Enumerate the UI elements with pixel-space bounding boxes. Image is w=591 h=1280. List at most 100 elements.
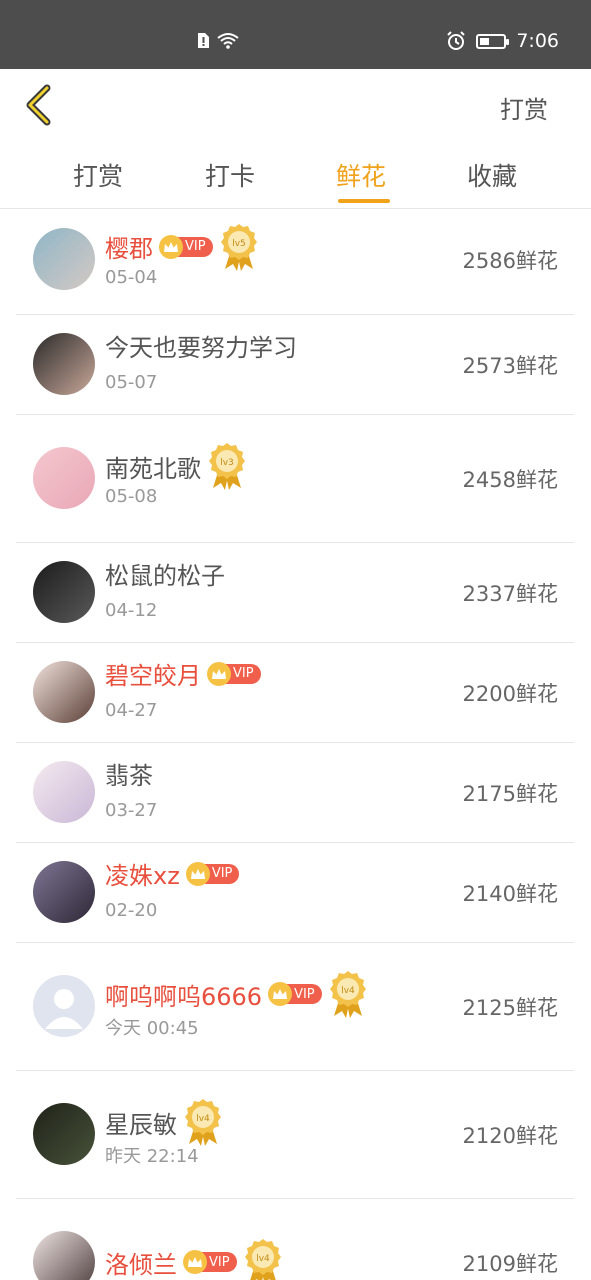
level-medal-icon: lv4 [244, 1238, 281, 1280]
avatar[interactable] [33, 333, 95, 395]
tab-reward[interactable]: 打赏 [53, 157, 143, 193]
vip-badge: VIP [159, 234, 213, 259]
level-medal-icon: lv5 [220, 223, 257, 271]
name-line: 碧空皎月 VIP [105, 656, 261, 691]
crown-icon [268, 982, 293, 1006]
default-avatar-icon [45, 989, 83, 1029]
list-item[interactable]: 洛倾兰 VIP lv4 2109鲜花 [16, 1198, 574, 1280]
wifi-icon [217, 33, 239, 49]
back-arrow-icon[interactable] [22, 83, 56, 127]
name-line: 松鼠的松子 [105, 556, 225, 591]
list-item[interactable]: 松鼠的松子 04-12 2337鲜花 [16, 542, 574, 643]
user-name[interactable]: 凌姝xz [105, 856, 180, 891]
tab-label: 打赏 [72, 162, 123, 191]
level-text: lv3 [220, 458, 234, 468]
vip-badge: VIP [207, 661, 261, 686]
list-item[interactable]: 碧空皎月 VIP 04-27 2200鲜花 [16, 642, 574, 743]
tab-favorites[interactable]: 收藏 [447, 157, 537, 193]
avatar[interactable] [33, 1103, 95, 1165]
vip-label: VIP [294, 986, 315, 1002]
user-name[interactable]: 洛倾兰 [105, 1245, 177, 1280]
user-name[interactable]: 星辰敏 [105, 1105, 177, 1140]
list-item[interactable]: 樱郡 VIP lv5 05-04 2586鲜花 [16, 208, 574, 315]
status-bar: 7:06 [0, 0, 591, 69]
date-label: 03-27 [105, 800, 158, 821]
avatar[interactable] [33, 227, 95, 290]
date-label: 04-27 [105, 700, 158, 721]
user-name[interactable]: 南苑北歌 [105, 449, 201, 484]
flower-ranking-list: 樱郡 VIP lv5 05-04 2586鲜花今天也要努力学习 05-07 2573鲜… [0, 208, 591, 1280]
flower-count: 2120鲜花 [462, 1124, 558, 1148]
flower-count: 2125鲜花 [462, 996, 558, 1020]
flower-count: 2200鲜花 [462, 682, 558, 706]
flower-count: 2337鲜花 [462, 582, 558, 606]
flower-count: 2109鲜花 [462, 1252, 558, 1276]
level-medal-icon: lv4 [185, 1098, 221, 1146]
crown-icon [159, 234, 183, 259]
list-item[interactable]: 凌姝xz VIP 02-20 2140鲜花 [16, 842, 574, 943]
list-item[interactable]: 今天也要努力学习 05-07 2573鲜花 [16, 314, 574, 415]
flower-count: 2140鲜花 [462, 882, 558, 906]
list-item[interactable]: 星辰敏 lv4 昨天 22:14 2120鲜花 [16, 1070, 574, 1199]
vip-label: VIP [209, 1254, 230, 1270]
avatar[interactable] [33, 661, 95, 723]
date-label: 05-07 [105, 372, 158, 393]
battery-icon [476, 33, 510, 49]
level-medal-icon: lv3 [209, 442, 245, 490]
name-line: 啊呜啊呜6666 VIP lv4 [105, 970, 366, 1018]
name-line: 星辰敏 lv4 [105, 1098, 221, 1146]
user-name[interactable]: 松鼠的松子 [105, 556, 225, 591]
avatar[interactable] [33, 1231, 95, 1280]
name-line: 洛倾兰 VIP lv4 [105, 1238, 281, 1280]
user-name[interactable]: 啊呜啊呜6666 [105, 977, 262, 1012]
flower-count: 2573鲜花 [462, 354, 558, 378]
user-name[interactable]: 今天也要努力学习 [105, 328, 297, 363]
user-name[interactable]: 翡茶 [105, 756, 153, 791]
date-label: 今天 00:45 [105, 1018, 199, 1039]
avatar[interactable] [33, 447, 95, 509]
level-medal-icon: lv4 [329, 970, 366, 1018]
vip-label: VIP [185, 239, 206, 254]
level-text: lv4 [196, 1114, 210, 1124]
avatar[interactable] [33, 561, 95, 623]
tab-label: 打卡 [204, 162, 255, 191]
status-time: 7:06 [516, 30, 559, 52]
level-text: lv5 [232, 239, 246, 249]
status-icons [196, 32, 240, 49]
list-item[interactable]: 啊呜啊呜6666 VIP lv4 今天 00:45 2125鲜花 [16, 942, 574, 1071]
list-item[interactable]: 翡茶 03-27 2175鲜花 [16, 742, 574, 843]
tab-flowers[interactable]: 鲜花 [316, 157, 406, 203]
date-label: 05-08 [105, 486, 158, 507]
avatar[interactable] [33, 861, 95, 923]
name-line: 翡茶 [105, 756, 153, 791]
status-right: 7:06 [446, 30, 559, 52]
tab-label: 收藏 [466, 162, 517, 191]
avatar[interactable] [33, 975, 95, 1037]
user-name[interactable]: 碧空皎月 [105, 656, 201, 691]
tab-checkin[interactable]: 打卡 [185, 157, 275, 193]
avatar[interactable] [33, 761, 95, 823]
name-line: 凌姝xz VIP [105, 856, 240, 891]
vip-badge: VIP [183, 1250, 237, 1274]
crown-icon [185, 861, 210, 886]
vip-badge: VIP [268, 982, 322, 1006]
crown-icon [183, 1250, 207, 1274]
tab-label: 鲜花 [335, 162, 386, 191]
list-item[interactable]: 南苑北歌 lv3 05-08 2458鲜花 [16, 414, 574, 543]
flower-count: 2458鲜花 [462, 468, 558, 492]
tab-indicator [338, 199, 390, 203]
vip-label: VIP [211, 866, 233, 881]
date-label: 昨天 22:14 [105, 1146, 199, 1167]
name-line: 樱郡 VIP lv5 [105, 223, 257, 271]
date-label: 04-12 [105, 600, 158, 621]
flower-count: 2586鲜花 [462, 248, 558, 273]
name-line: 今天也要努力学习 [105, 328, 297, 363]
vip-badge: VIP [185, 861, 240, 886]
user-name[interactable]: 樱郡 [105, 229, 153, 264]
sim-alert-icon [198, 33, 209, 48]
date-label: 02-20 [105, 900, 158, 921]
crown-icon [207, 661, 231, 686]
header-title[interactable]: 打赏 [500, 90, 548, 125]
vip-label: VIP [233, 666, 254, 681]
tab-bar: 打赏 打卡 鲜花 收藏 [0, 141, 591, 209]
